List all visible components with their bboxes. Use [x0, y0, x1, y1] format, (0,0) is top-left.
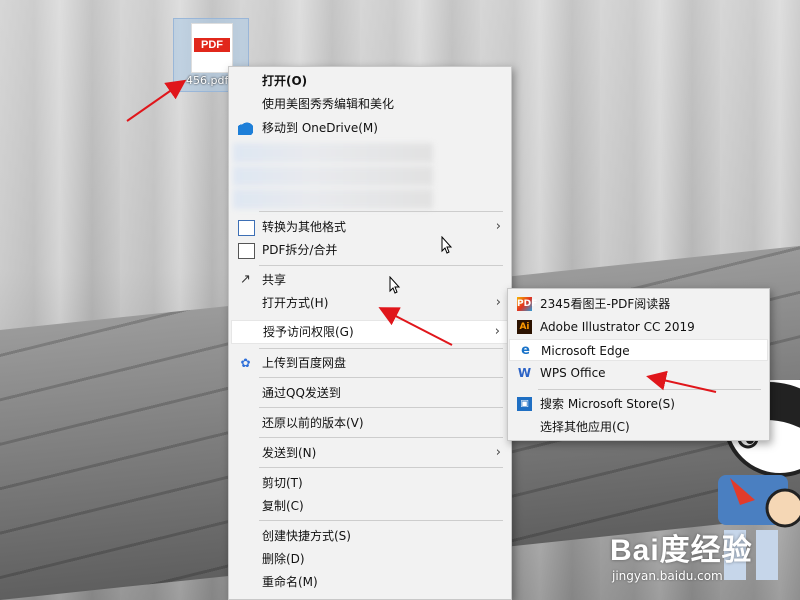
share-icon: ↗ [240, 272, 251, 287]
submenu-item-label: Microsoft Edge [541, 344, 630, 358]
menu-item-cut[interactable]: 剪切(T) [231, 472, 509, 494]
menu-separator [538, 389, 761, 390]
menu-item-label: PDF拆分/合并 [262, 243, 338, 257]
baidu-jingyan-watermark: Bai度经验 jingyan.baidu.com [610, 525, 800, 585]
menu-item-rename[interactable]: 重命名(M) [231, 571, 509, 593]
menu-item-label: 转换为其他格式 [262, 220, 347, 234]
menu-item-meitu-edit[interactable]: 使用美图秀秀编辑和美化 [231, 93, 509, 115]
menu-item-label: 上传到百度网盘 [262, 356, 347, 370]
submenu-item-label: Adobe Illustrator CC 2019 [540, 320, 695, 334]
blurred-menu-item [233, 166, 433, 186]
menu-separator [259, 437, 503, 438]
chevron-right-icon: › [494, 324, 500, 339]
menu-separator [259, 467, 503, 468]
menu-item-label: 通过QQ发送到 [262, 386, 341, 400]
submenu-item-2345-viewer[interactable]: PDF 2345看图王-PDF阅读器 [509, 293, 768, 315]
menu-item-share[interactable]: ↗ 共享 [231, 269, 509, 291]
submenu-item-label: WPS Office [540, 366, 606, 380]
menu-item-label: 使用美图秀秀编辑和美化 [262, 97, 395, 111]
submenu-item-edge[interactable]: e Microsoft Edge [509, 339, 768, 361]
menu-item-label: 发送到(N) [262, 446, 317, 460]
baidu-netdisk-icon: ✿ [240, 356, 251, 370]
submenu-item-label: 搜索 Microsoft Store(S) [540, 397, 675, 411]
mouse-cursor-icon [389, 276, 401, 294]
submenu-item-search-store[interactable]: ▣ 搜索 Microsoft Store(S) [509, 393, 768, 415]
blurred-menu-item [233, 143, 433, 163]
submenu-item-label: 选择其他应用(C) [540, 420, 630, 434]
menu-item-label: 重命名(M) [262, 575, 318, 589]
menu-item-open-with[interactable]: 打开方式(H) › [231, 292, 509, 314]
chevron-right-icon: › [495, 219, 501, 234]
pdf-badge: PDF [194, 38, 230, 52]
menu-item-delete[interactable]: 删除(D) [231, 548, 509, 570]
chevron-right-icon: › [495, 295, 501, 310]
submenu-item-wps-office[interactable]: W WPS Office [509, 362, 768, 384]
pdf-file-icon: PDF [191, 23, 233, 73]
blurred-menu-item [233, 189, 433, 209]
menu-item-label: 复制(C) [262, 499, 304, 513]
menu-item-label: 打开方式(H) [262, 296, 329, 310]
menu-item-label: 打开(O) [262, 74, 308, 88]
watermark-url: jingyan.baidu.com [612, 569, 723, 583]
menu-item-label: 剪切(T) [262, 476, 303, 490]
menu-item-label: 还原以前的版本(V) [262, 416, 364, 430]
open-with-submenu: PDF 2345看图王-PDF阅读器 Ai Adobe Illustrator … [507, 288, 770, 441]
menu-item-label: 移动到 OneDrive(M) [262, 121, 378, 135]
menu-item-create-shortcut[interactable]: 创建快捷方式(S) [231, 525, 509, 547]
menu-item-label: 创建快捷方式(S) [262, 529, 351, 543]
submenu-item-choose-other-app[interactable]: 选择其他应用(C) [509, 416, 768, 438]
menu-item-open[interactable]: 打开(O) [231, 70, 509, 92]
2345-viewer-icon: PDF [517, 297, 538, 311]
menu-item-send-to[interactable]: 发送到(N) › [231, 442, 509, 464]
menu-separator [259, 520, 503, 521]
submenu-item-illustrator[interactable]: Ai Adobe Illustrator CC 2019 [509, 316, 768, 338]
submenu-item-label: 2345看图王-PDF阅读器 [540, 297, 671, 311]
menu-separator [259, 407, 503, 408]
chevron-right-icon: › [495, 445, 501, 460]
watermark-brand: Bai度经验 [610, 534, 753, 567]
menu-item-convert-format[interactable]: 转换为其他格式 › [231, 216, 509, 238]
menu-separator [259, 377, 503, 378]
menu-separator [259, 265, 503, 266]
onedrive-icon [238, 121, 253, 135]
context-menu: 打开(O) 使用美图秀秀编辑和美化 移动到 OneDrive(M) 转换为其他格… [228, 66, 512, 600]
menu-item-label: 删除(D) [262, 552, 305, 566]
store-icon: ▣ [517, 397, 532, 411]
edge-icon: e [521, 343, 530, 358]
menu-item-move-onedrive[interactable]: 移动到 OneDrive(M) [231, 117, 509, 139]
menu-item-baidu-upload[interactable]: ✿ 上传到百度网盘 [231, 352, 509, 374]
menu-item-qq-send[interactable]: 通过QQ发送到 [231, 382, 509, 404]
convert-icon [238, 220, 255, 236]
pdf-split-icon [238, 243, 255, 259]
menu-item-copy[interactable]: 复制(C) [231, 495, 509, 517]
menu-item-label: 共享 [262, 273, 287, 287]
wps-icon: W [517, 366, 532, 380]
mouse-cursor-icon [441, 236, 453, 254]
menu-item-restore-versions[interactable]: 还原以前的版本(V) [231, 412, 509, 434]
menu-item-pdf-split-merge[interactable]: PDF拆分/合并 [231, 239, 509, 261]
menu-separator [259, 348, 503, 349]
menu-item-grant-access[interactable]: 授予访问权限(G) › [231, 320, 509, 344]
menu-separator [259, 211, 503, 212]
illustrator-icon: Ai [517, 320, 532, 334]
menu-item-label: 授予访问权限(G) [263, 325, 354, 339]
